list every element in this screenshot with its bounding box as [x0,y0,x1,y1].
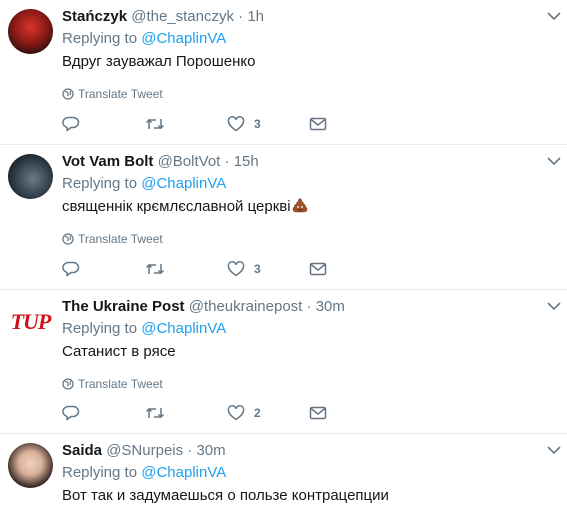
replying-to: Replying to @ChaplinVA [62,319,557,339]
tweet[interactable]: Vot Vam Bolt @BoltVot · 15h Replying to … [0,145,567,290]
retweet-button[interactable] [145,262,227,276]
tweet-header: Saida @SNurpeis · 30m [62,441,557,461]
retweet-icon [145,263,165,275]
tweet-content: The Ukraine Post @theukrainepost · 30m R… [62,297,557,392]
globe-icon [62,88,74,100]
chevron-down-icon[interactable] [547,301,561,311]
replying-label: Replying to [62,320,138,337]
direct-message-button[interactable] [309,262,329,276]
mention-link[interactable]: @ChaplinVA [141,464,226,481]
user-handle[interactable]: @SNurpeis [106,442,183,459]
mention-link[interactable]: @ChaplinVA [141,320,226,337]
tweet-text: Сатанист в рясе [62,343,176,360]
user-fullname[interactable]: Stańczyk [62,8,127,25]
tweet-timestamp[interactable]: 30m [196,442,225,459]
separator-dot: · [306,298,312,315]
heart-icon [227,261,245,277]
replying-label: Replying to [62,175,138,192]
retweet-icon [145,407,165,419]
tweet-header: The Ukraine Post @theukrainepost · 30m [62,297,557,317]
pile-of-poo-emoji-icon [292,198,307,213]
envelope-icon [309,406,327,420]
like-count: 3 [254,262,261,276]
translate-label: Translate Tweet [78,377,163,391]
separator-dot: · [187,442,193,459]
envelope-icon [309,117,327,131]
tweet-text: Вот так и задумаешься о пользе контрацеп… [62,487,389,504]
tweet-text: священнік крємлєславной церкві [62,198,291,215]
tweet-actions: 2 [62,403,332,423]
heart-icon [227,405,245,421]
tweet-timestamp[interactable]: 15h [234,153,259,170]
tweet-timestamp[interactable]: 30m [316,298,345,315]
tweet[interactable]: Stańczyk @the_stanczyk · 1h Replying to … [0,0,567,145]
tweet-content: Stańczyk @the_stanczyk · 1h Replying to … [62,7,557,102]
globe-icon [62,233,74,245]
mention-link[interactable]: @ChaplinVA [141,175,226,192]
separator-dot: · [238,8,244,25]
tweet-text-container: священнік крємлєславной церкві [62,197,557,217]
user-fullname[interactable]: Vot Vam Bolt [62,153,153,170]
reply-button[interactable] [62,261,145,277]
like-button[interactable]: 2 [227,405,309,421]
reply-icon [62,116,80,132]
user-handle[interactable]: @theukrainepost [189,298,303,315]
user-fullname[interactable]: The Ukraine Post [62,298,185,315]
reply-icon [62,405,80,421]
avatar[interactable]: TUP [8,299,53,344]
tweet-content: Vot Vam Bolt @BoltVot · 15h Replying to … [62,152,557,247]
translate-label: Translate Tweet [78,87,163,101]
replying-to: Replying to @ChaplinVA [62,463,557,483]
replying-label: Replying to [62,464,138,481]
tup-logo: TUP [10,308,52,334]
avatar[interactable] [8,443,53,488]
tweet[interactable]: TUP The Ukraine Post @theukrainepost · 3… [0,290,567,434]
tweet-timestamp[interactable]: 1h [247,8,264,25]
tweet-actions: 3 [62,114,332,134]
reply-button[interactable] [62,116,145,132]
user-handle[interactable]: @the_stanczyk [131,8,234,25]
mention-link[interactable]: @ChaplinVA [141,30,226,47]
retweet-button[interactable] [145,406,227,420]
tweet-header: Stańczyk @the_stanczyk · 1h [62,7,557,27]
like-count: 3 [254,117,261,131]
direct-message-button[interactable] [309,117,329,131]
like-count: 2 [254,406,261,420]
replying-to: Replying to @ChaplinVA [62,174,557,194]
reply-icon [62,261,80,277]
like-button[interactable]: 3 [227,116,309,132]
translate-label: Translate Tweet [78,232,163,246]
globe-icon [62,378,74,390]
avatar[interactable] [8,9,53,54]
user-handle[interactable]: @BoltVot [158,153,221,170]
envelope-icon [309,262,327,276]
translate-tweet-button[interactable]: Translate Tweet [62,231,557,247]
chevron-down-icon[interactable] [547,445,561,455]
tweet[interactable]: Saida @SNurpeis · 30m Replying to @Chapl… [0,434,567,512]
reply-button[interactable] [62,405,145,421]
heart-icon [227,116,245,132]
translate-tweet-button[interactable]: Translate Tweet [62,86,557,102]
tweet-header: Vot Vam Bolt @BoltVot · 15h [62,152,557,172]
chevron-down-icon[interactable] [547,156,561,166]
chevron-down-icon[interactable] [547,11,561,21]
direct-message-button[interactable] [309,406,329,420]
tweet-content: Saida @SNurpeis · 30m Replying to @Chapl… [62,441,557,506]
replying-to: Replying to @ChaplinVA [62,29,557,49]
separator-dot: · [224,153,230,170]
translate-tweet-button[interactable]: Translate Tweet [62,376,557,392]
tweet-text: Вдруг зауважал Порошенко [62,53,256,70]
retweet-button[interactable] [145,117,227,131]
like-button[interactable]: 3 [227,261,309,277]
user-fullname[interactable]: Saida [62,442,102,459]
avatar[interactable] [8,154,53,199]
retweet-icon [145,118,165,130]
replying-label: Replying to [62,30,138,47]
tweet-actions: 3 [62,259,332,279]
